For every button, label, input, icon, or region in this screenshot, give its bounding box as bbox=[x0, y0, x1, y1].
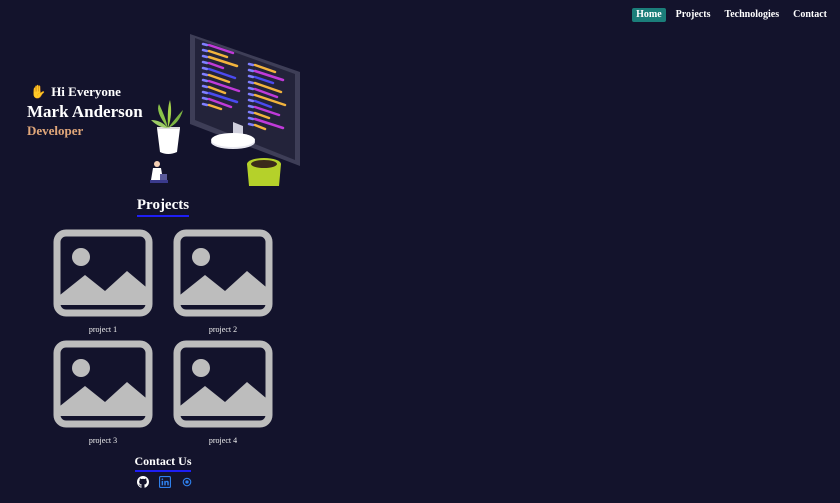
contact-underline bbox=[135, 470, 191, 472]
nav-contact[interactable]: Contact bbox=[789, 8, 831, 22]
project-label: project 4 bbox=[208, 436, 238, 445]
project-label: project 1 bbox=[88, 325, 118, 334]
developer-workspace-illustration bbox=[150, 34, 300, 186]
project-card-4[interactable]: project 4 bbox=[173, 340, 273, 446]
social-links bbox=[137, 476, 193, 488]
project-card-1[interactable]: project 1 bbox=[53, 229, 153, 335]
project-card-2[interactable]: project 2 bbox=[173, 229, 273, 335]
contact-section-title: Contact Us bbox=[126, 454, 200, 472]
project-label: project 2 bbox=[208, 325, 238, 334]
projects-underline bbox=[137, 215, 189, 217]
greeting-text: Hi Everyone bbox=[51, 84, 121, 99]
project-label: project 3 bbox=[88, 436, 118, 445]
website-icon[interactable] bbox=[181, 476, 193, 488]
top-nav: Home Projects Technologies Contact bbox=[632, 8, 831, 22]
linkedin-icon[interactable] bbox=[159, 476, 171, 488]
hero-intro: ✋ Hi Everyone Mark Anderson Developer bbox=[27, 84, 143, 139]
image-placeholder-icon bbox=[53, 340, 153, 428]
hero-role: Developer bbox=[27, 123, 84, 138]
projects-section-title: Projects bbox=[126, 197, 200, 217]
github-icon[interactable] bbox=[137, 476, 149, 488]
greeting: ✋ Hi Everyone bbox=[30, 84, 143, 100]
image-placeholder-icon bbox=[173, 229, 273, 317]
nav-projects[interactable]: Projects bbox=[672, 8, 715, 22]
project-card-3[interactable]: project 3 bbox=[53, 340, 153, 446]
hero-name: Mark Anderson bbox=[27, 102, 143, 121]
projects-heading: Projects bbox=[136, 197, 190, 213]
waving-hand-icon: ✋ bbox=[30, 84, 47, 100]
image-placeholder-icon bbox=[173, 340, 273, 428]
contact-heading: Contact Us bbox=[134, 454, 192, 468]
nav-technologies[interactable]: Technologies bbox=[720, 8, 783, 22]
image-placeholder-icon bbox=[53, 229, 153, 317]
nav-home[interactable]: Home bbox=[632, 8, 666, 22]
